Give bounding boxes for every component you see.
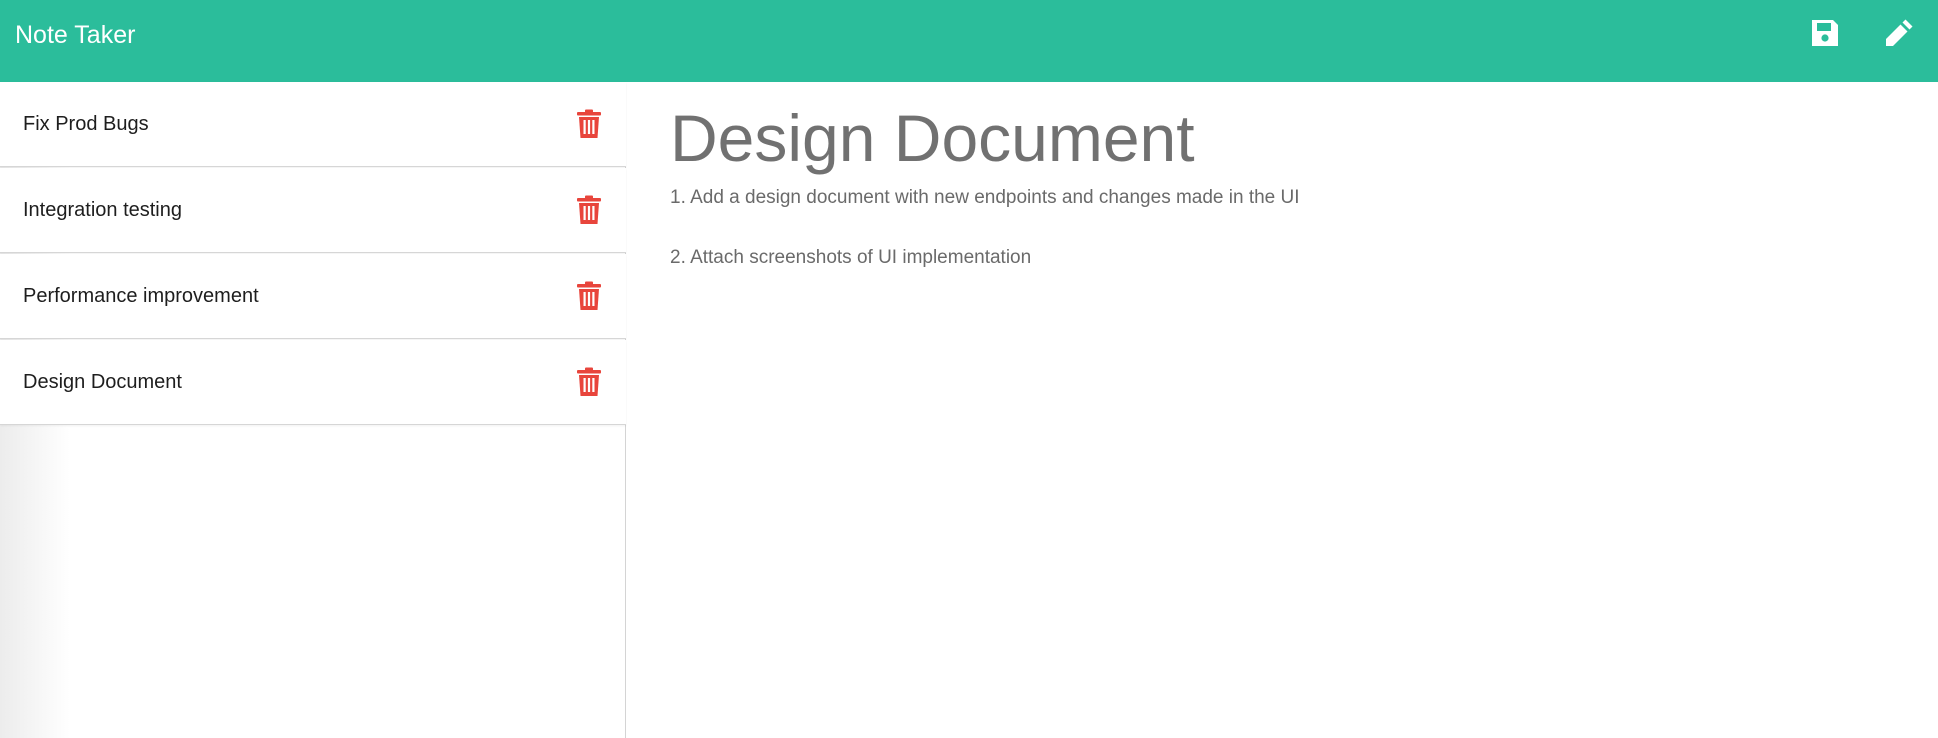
list-item[interactable]: Performance improvement (0, 254, 626, 339)
trash-icon[interactable] (576, 367, 602, 397)
note-body-textarea[interactable]: 1. Add a design document with new endpoi… (670, 186, 1870, 306)
save-icon (1808, 16, 1842, 50)
new-note-button[interactable] (1882, 16, 1916, 50)
note-title: Performance improvement (23, 285, 259, 307)
save-note-button[interactable] (1808, 16, 1842, 50)
note-title-input[interactable]: Design Document (670, 94, 1195, 182)
trash-icon[interactable] (576, 281, 602, 311)
trash-icon[interactable] (576, 195, 602, 225)
note-list: Fix Prod Bugs Integration testing Perfor… (0, 82, 626, 425)
trash-icon[interactable] (576, 109, 602, 139)
note-title: Fix Prod Bugs (23, 113, 149, 135)
note-body-line: 1. Add a design document with new endpoi… (670, 187, 1300, 208)
note-title: Design Document (23, 371, 182, 393)
note-title: Integration testing (23, 199, 182, 221)
navbar: Note Taker (0, 0, 1938, 82)
list-item[interactable]: Integration testing (0, 168, 626, 253)
notes-sidebar: Fix Prod Bugs Integration testing Perfor… (0, 82, 626, 738)
pencil-icon (1882, 16, 1916, 50)
note-body-line: 2. Attach screenshots of UI implementati… (670, 247, 1032, 268)
list-item[interactable]: Fix Prod Bugs (0, 82, 626, 167)
note-editor: Design Document 1. Add a design document… (627, 82, 1938, 738)
app-title[interactable]: Note Taker (15, 0, 135, 70)
list-item[interactable]: Design Document (0, 340, 626, 425)
